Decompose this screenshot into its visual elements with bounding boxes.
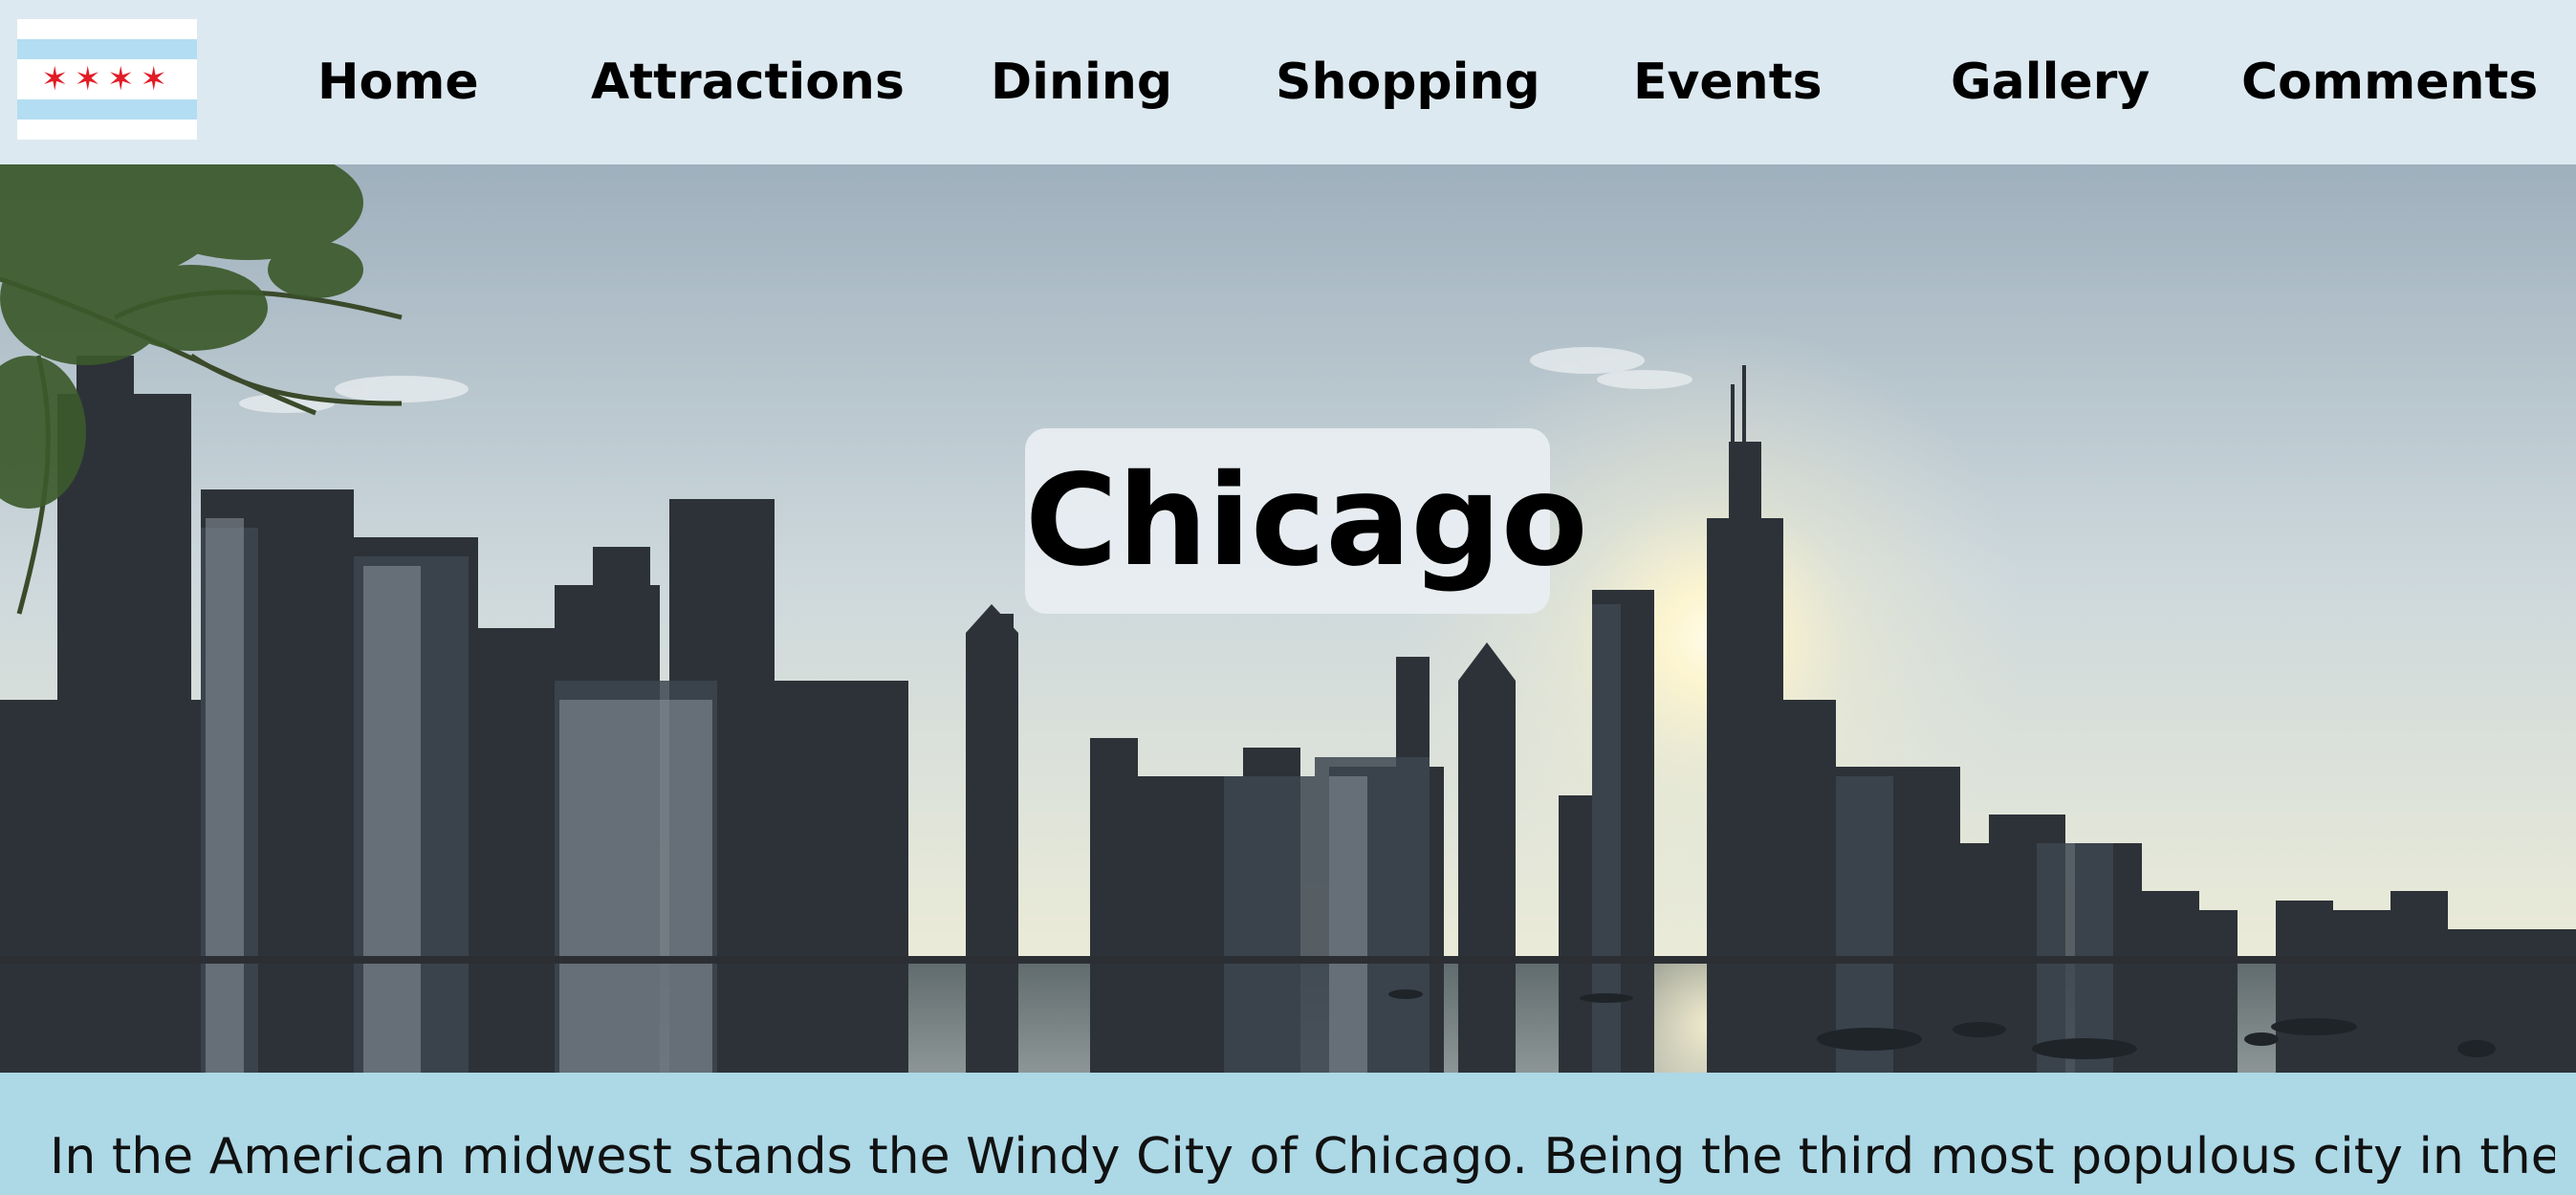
flag-stripe-bottom <box>17 99 197 120</box>
nav-link-shopping[interactable]: Shopping <box>1276 50 1540 115</box>
chicago-flag-icon[interactable]: ✶✶✶✶ <box>17 19 197 140</box>
nav-link-attractions[interactable]: Attractions <box>591 50 905 115</box>
nav-link-comments[interactable]: Comments <box>2241 50 2538 115</box>
intro-paragraph: In the American midwest stands the Windy… <box>50 1128 2555 1185</box>
top-navigation-bar: ✶✶✶✶ Home Attractions Dining Shopping Ev… <box>0 0 2576 164</box>
chicago-skyline-image <box>0 164 2576 1073</box>
page-title: Chicago <box>1025 447 1588 595</box>
nav-link-dining[interactable]: Dining <box>991 50 1172 115</box>
hero-banner: Chicago <box>0 164 2576 1073</box>
flag-stripe-top <box>17 39 197 59</box>
nav-link-home[interactable]: Home <box>317 50 479 115</box>
hero-title-box: Chicago <box>1025 428 1588 614</box>
flag-stars: ✶✶✶✶ <box>41 60 173 98</box>
nav-link-events[interactable]: Events <box>1633 50 1823 115</box>
nav-link-gallery[interactable]: Gallery <box>1951 50 2150 115</box>
